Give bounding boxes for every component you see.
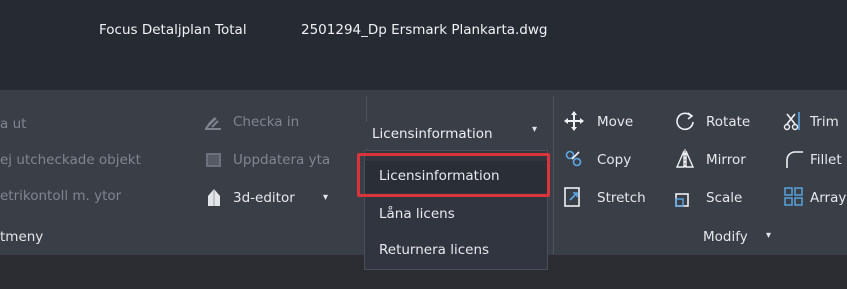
scale-icon [674,186,696,208]
move-icon [563,110,585,132]
move-button[interactable]: Move [597,113,633,131]
menu-item-label: Låna licens [379,206,455,222]
license-dropdown-button[interactable]: Licensinformation ▾ [366,122,552,148]
panel-separator [553,96,554,254]
array-icon [783,186,805,208]
panel-label-meny[interactable]: tmeny [0,229,43,245]
file-title: 2501294_Dp Ersmark Plankarta.dwg [301,22,548,38]
fillet-button[interactable]: Fillet [810,151,842,169]
trim-icon [783,110,805,132]
menu-item-returnera-licens[interactable]: Returnera licens [365,235,547,267]
app-title: Focus Detaljplan Total [99,22,247,38]
3d-editor-icon [205,188,223,208]
array-button[interactable]: Array [810,189,846,207]
menu-item-label: Returnera licens [379,242,490,258]
license-dropdown-label: Licensinformation [372,126,493,142]
copy-icon [563,148,585,170]
scale-button[interactable]: Scale [706,189,742,207]
3d-editor-dropdown-caret[interactable]: ▾ [323,189,328,207]
checkin-icon [203,112,225,132]
rotate-button[interactable]: Rotate [706,113,750,131]
mirror-icon [674,148,696,170]
mirror-button[interactable]: Mirror [706,151,746,169]
title-bar: Focus Detaljplan Total 2501294_Dp Ersmar… [0,0,847,62]
arealkontroll-button[interactable]: etrikontoll m. ytor [0,187,121,205]
stretch-button[interactable]: Stretch [597,189,646,207]
tab-strip [0,62,847,90]
modify-panel-label[interactable]: Modify [703,229,748,245]
rotate-icon [674,110,696,132]
ej-utcheckade-button[interactable]: ej utcheckade objekt [0,151,141,169]
menu-item-lana-licens[interactable]: Låna licens [365,199,547,231]
chevron-down-icon: ▾ [532,124,538,135]
3d-editor-button[interactable]: 3d-editor [233,189,295,207]
fillet-icon [783,148,805,170]
update-area-icon [204,150,224,170]
chevron-down-icon[interactable]: ▾ [766,230,771,241]
trim-button[interactable]: Trim [810,113,839,131]
stretch-icon [563,186,585,208]
uppdatera-yta-button[interactable]: Uppdatera yta [233,151,330,169]
highlight-annotation [357,153,550,197]
copy-button[interactable]: Copy [597,151,631,169]
checka-ut-button[interactable]: a ut [0,115,26,133]
checka-in-button[interactable]: Checka in [233,113,299,131]
